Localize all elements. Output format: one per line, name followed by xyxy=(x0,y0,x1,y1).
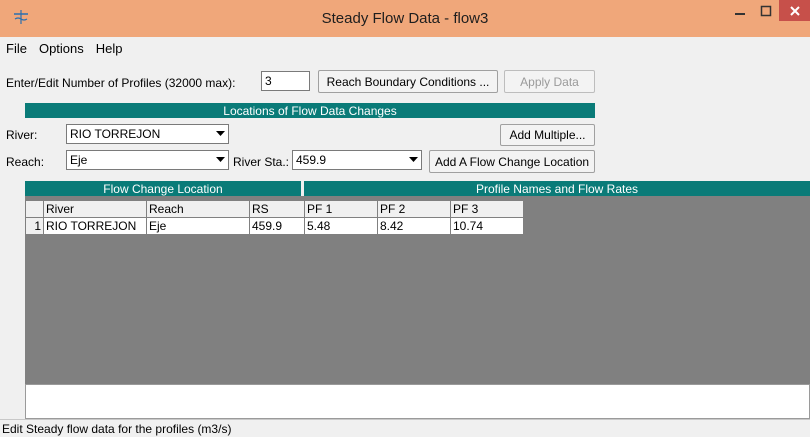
close-icon xyxy=(789,5,800,16)
minimize-icon xyxy=(734,12,745,15)
menu-options[interactable]: Options xyxy=(39,41,84,56)
title-bar: Steady Flow Data - flow3 xyxy=(0,0,810,37)
chevron-down-icon xyxy=(213,151,228,169)
menu-file[interactable]: File xyxy=(6,41,27,56)
river-sta-label: River Sta.: xyxy=(233,155,290,169)
cell-rs[interactable]: 459.9 xyxy=(249,217,305,235)
table-header-row: River Reach RS PF 1 PF 2 PF 3 xyxy=(25,200,524,218)
flow-change-location-header: Flow Change Location xyxy=(25,181,301,196)
row-number[interactable]: 1 xyxy=(25,217,44,235)
reach-label: Reach: xyxy=(6,155,45,169)
reach-select[interactable]: Eje xyxy=(66,150,229,170)
menu-help[interactable]: Help xyxy=(96,41,123,56)
river-select-value: RIO TORREJON xyxy=(70,127,161,141)
cell-reach[interactable]: Eje xyxy=(146,217,250,235)
table-row: 1 RIO TORREJON Eje 459.9 5.48 8.42 10.74 xyxy=(25,217,524,235)
cell-pf3[interactable]: 10.74 xyxy=(450,217,524,235)
cell-pf2[interactable]: 8.42 xyxy=(377,217,451,235)
cell-pf1[interactable]: 5.48 xyxy=(304,217,378,235)
apply-data-button[interactable]: Apply Data xyxy=(504,70,595,93)
status-bar: Edit Steady flow data for the profiles (… xyxy=(0,419,810,437)
close-button[interactable] xyxy=(779,0,810,21)
add-flow-change-location-button[interactable]: Add A Flow Change Location xyxy=(429,150,595,173)
chevron-down-icon xyxy=(406,151,421,169)
add-multiple-button[interactable]: Add Multiple... xyxy=(500,124,595,146)
profile-names-header: Profile Names and Flow Rates xyxy=(304,181,810,196)
maximize-icon xyxy=(760,5,772,16)
column-header-pf1[interactable]: PF 1 xyxy=(304,200,378,218)
river-sta-select-value: 459.9 xyxy=(296,153,327,167)
profiles-count-input[interactable]: 3 xyxy=(261,71,310,91)
column-header-pf2[interactable]: PF 2 xyxy=(377,200,451,218)
chevron-down-icon xyxy=(213,125,228,143)
profiles-label: Enter/Edit Number of Profiles (32000 max… xyxy=(6,76,236,90)
column-header-river[interactable]: River xyxy=(43,200,147,218)
status-text: Edit Steady flow data for the profiles (… xyxy=(2,421,232,436)
reach-boundary-conditions-button[interactable]: Reach Boundary Conditions ... xyxy=(318,70,498,93)
row-header-corner xyxy=(25,200,44,218)
cell-river[interactable]: RIO TORREJON xyxy=(43,217,147,235)
menu-bar: File Options Help xyxy=(0,37,810,59)
message-box xyxy=(25,384,810,419)
flow-data-table: River Reach RS PF 1 PF 2 PF 3 1 RIO TORR… xyxy=(25,200,524,235)
column-header-pf3[interactable]: PF 3 xyxy=(450,200,524,218)
maximize-button[interactable] xyxy=(753,0,779,21)
river-sta-select[interactable]: 459.9 xyxy=(292,150,422,170)
minimize-button[interactable] xyxy=(726,0,753,21)
column-header-rs[interactable]: RS xyxy=(249,200,305,218)
river-select[interactable]: RIO TORREJON xyxy=(66,124,229,144)
locations-header: Locations of Flow Data Changes xyxy=(25,103,595,118)
column-header-reach[interactable]: Reach xyxy=(146,200,250,218)
reach-select-value: Eje xyxy=(70,153,88,167)
window-title: Steady Flow Data - flow3 xyxy=(321,10,489,27)
river-label: River: xyxy=(6,128,38,142)
